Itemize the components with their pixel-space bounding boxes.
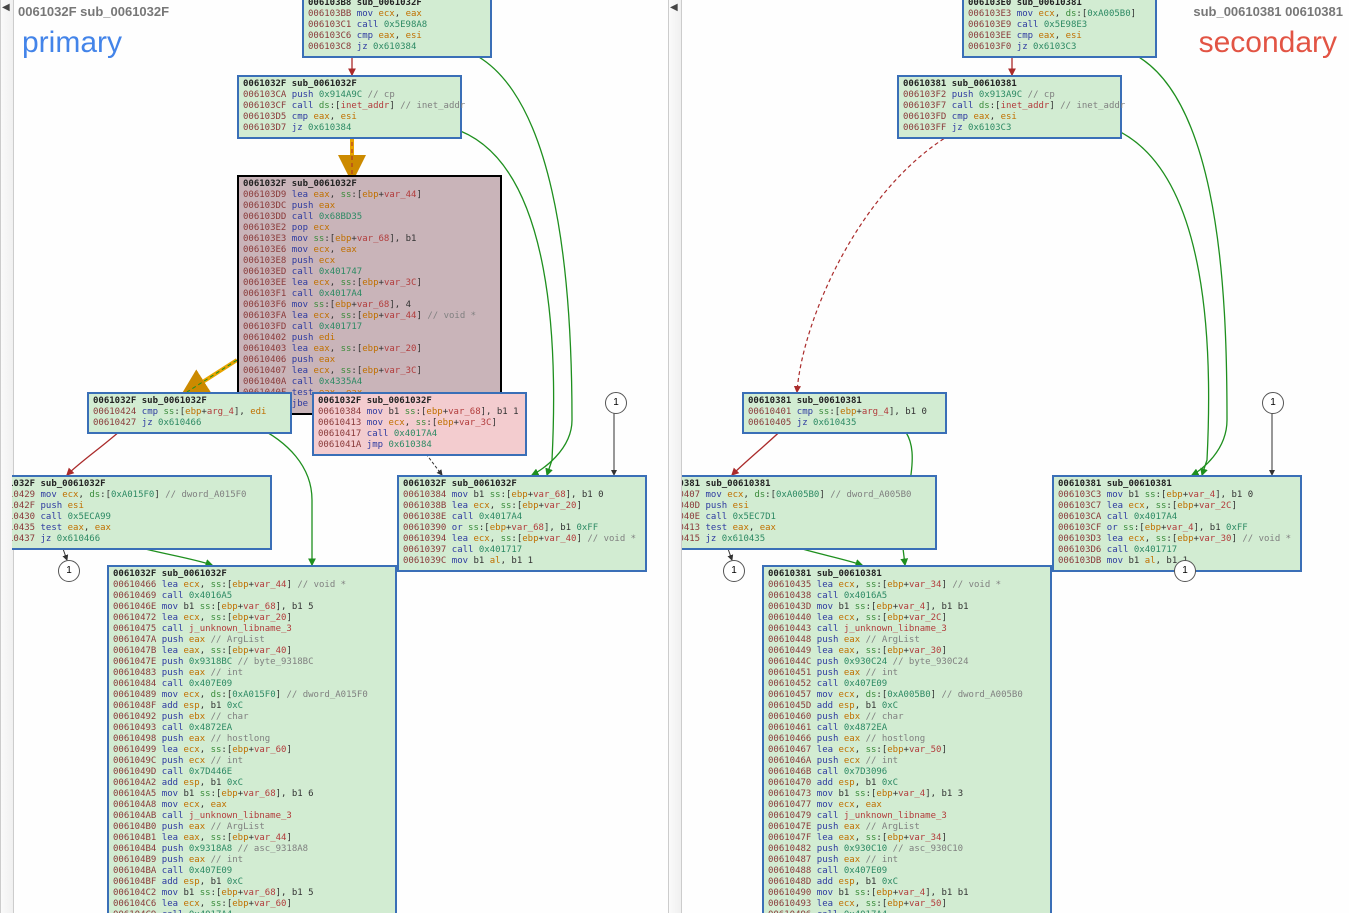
gutter-arrow-icon: ◀	[2, 2, 10, 13]
bb-n7[interactable]: 00610381 sub_0061038100610435 lea ecx, s…	[762, 565, 1052, 913]
bb-n5[interactable]: 1032F sub_0061032F10429 mov ecx, ds:[0xA…	[12, 475, 272, 550]
bb-n0[interactable]: 006103B8 sub_0061032F006103BB mov ecx, e…	[302, 0, 492, 58]
bb-n2-unmatched[interactable]: 0061032F sub_0061032F006103D9 lea eax, s…	[237, 175, 502, 415]
secondary-title: sub_00610381 00610381	[1193, 4, 1343, 19]
bb-n6[interactable]: 0061032F sub_0061032F00610384 mov b1 ss:…	[397, 475, 647, 572]
bb-n7[interactable]: 0061032F sub_0061032F00610466 lea ecx, s…	[107, 565, 397, 913]
mid-gutter[interactable]: ◀	[668, 0, 682, 913]
proximity-node[interactable]: 1	[1262, 392, 1284, 414]
proximity-node[interactable]: 1	[723, 560, 745, 582]
proximity-node[interactable]: 1	[605, 392, 627, 414]
viewport: ◀ ◀ 0061032F sub_0061032F primary	[0, 0, 1349, 913]
primary-pane[interactable]: 0061032F sub_0061032F primary	[12, 0, 668, 913]
proximity-node[interactable]: 1	[1174, 560, 1196, 582]
proximity-node[interactable]: 1	[58, 560, 80, 582]
bb-n3[interactable]: 0061032F sub_0061032F00610424 cmp ss:[eb…	[87, 392, 292, 434]
bb-n4-changed[interactable]: 0061032F sub_0061032F00610384 mov b1 ss:…	[312, 392, 527, 456]
bb-n3[interactable]: 00610381 sub_0061038100610401 cmp ss:[eb…	[742, 392, 947, 434]
bb-n1[interactable]: 0061032F sub_0061032F006103CA push 0x914…	[237, 75, 462, 139]
primary-watermark: primary	[22, 26, 122, 60]
secondary-canvas[interactable]: 006103E0 sub_00610381006103E3 mov ecx, d…	[682, 0, 1349, 913]
secondary-watermark: secondary	[1199, 26, 1337, 60]
gutter-arrow-icon: ◀	[670, 2, 678, 13]
primary-title: 0061032F sub_0061032F	[18, 4, 169, 19]
primary-canvas[interactable]: 006103B8 sub_0061032F006103BB mov ecx, e…	[12, 0, 668, 913]
bb-n6[interactable]: 00610381 sub_00610381006103C3 mov b1 ss:…	[1052, 475, 1302, 572]
secondary-pane[interactable]: sub_00610381 00610381 secondary	[682, 0, 1349, 913]
bb-n0[interactable]: 006103E0 sub_00610381006103E3 mov ecx, d…	[962, 0, 1157, 58]
bb-n5[interactable]: 10381 sub_0061038110407 mov ecx, ds:[0xA…	[682, 475, 937, 550]
bb-n1[interactable]: 00610381 sub_00610381006103F2 push 0x913…	[897, 75, 1122, 139]
